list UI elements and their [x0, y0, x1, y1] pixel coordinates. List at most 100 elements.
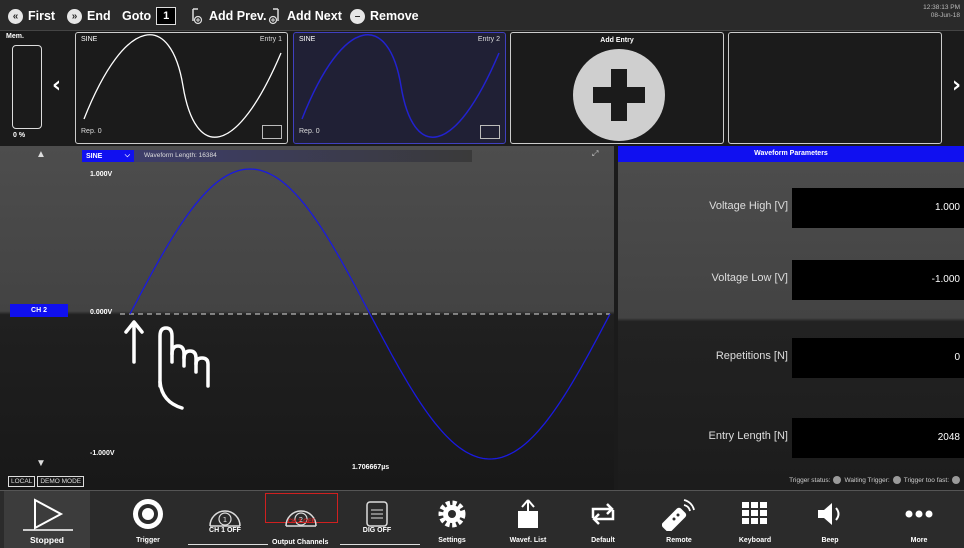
speaker-icon: [795, 497, 865, 531]
trigger-button[interactable]: Trigger: [113, 491, 183, 548]
entry-repetitions: Rep. 0: [81, 128, 102, 135]
add-prev-label: Add Prev.: [209, 9, 267, 23]
goto-input[interactable]: 1: [156, 7, 177, 25]
memory-gauge: [12, 45, 42, 129]
memory-label: Mem.: [6, 33, 24, 40]
entry-2-waveform-preview: [301, 34, 500, 138]
memory-percent: 0 %: [13, 132, 26, 139]
chevron-left-icon[interactable]: ‹: [52, 73, 61, 98]
add-prev-icon: [192, 8, 203, 25]
x-axis-label: 1.706667µs: [352, 464, 390, 471]
play-icon: [4, 497, 90, 531]
first-button[interactable]: « First: [8, 6, 55, 26]
add-next-label: Add Next: [287, 9, 342, 23]
add-prev-button[interactable]: Add Prev.: [190, 6, 266, 26]
clock: 12:38:13 PM 08-Jun-18: [923, 4, 960, 20]
entry-checkbox[interactable]: [480, 125, 500, 139]
remote-control-icon: [644, 497, 714, 531]
keyboard-button[interactable]: Keyboard: [720, 491, 790, 548]
channel-2-icon: 2: [266, 497, 336, 531]
repeat-icon: [568, 497, 638, 531]
param-label: Voltage Low [V]: [711, 272, 788, 284]
keypad-icon: [720, 497, 790, 531]
channel-1-icon: 1: [190, 497, 260, 531]
channel-badge[interactable]: CH 2: [10, 304, 68, 317]
waveform-list-label: Wavef. List: [509, 537, 547, 544]
trigger-status-row: Trigger status: Waiting Trigger: Trigger…: [789, 476, 960, 484]
run-stop-label: Stopped: [30, 535, 64, 545]
svg-text:1: 1: [223, 516, 227, 524]
run-stop-button[interactable]: Stopped: [4, 491, 90, 548]
entry-checkbox[interactable]: [262, 125, 282, 139]
entry-1-waveform-preview: [83, 34, 282, 138]
param-voltage-low: Voltage Low [V] -1.000: [618, 260, 964, 300]
default-label: Default: [591, 537, 615, 544]
ch1-label: CH 1 OFF: [209, 527, 241, 534]
param-voltage-high: Voltage High [V] 1.000: [618, 188, 964, 228]
beep-button[interactable]: Beep: [795, 491, 865, 548]
entry-name: SINE: [299, 36, 316, 43]
remove-label: Remove: [370, 9, 419, 23]
divider: [340, 544, 420, 545]
trigger-icon: [113, 497, 183, 531]
add-next-button[interactable]: Add Next: [268, 6, 342, 26]
fast-forward-icon: »: [67, 8, 82, 24]
clock-time: 12:38:13 PM: [923, 4, 960, 11]
more-label: More: [910, 537, 928, 544]
param-label: Entry Length [N]: [708, 430, 789, 442]
trigger-too-fast-label: Trigger too fast:: [903, 476, 949, 484]
output-channels-group: Output Channels: [188, 539, 420, 548]
empty-entry-slot[interactable]: [728, 32, 942, 144]
waveform-trace: [120, 168, 611, 460]
add-entry-plus-icon: [573, 49, 665, 141]
entry-repetitions: Rep. 0: [299, 128, 320, 135]
param-label: Repetitions [N]: [715, 350, 788, 362]
waveform-plot[interactable]: ▲ SINE ⌵ Waveform Length: 16384 ⤢ 1.000V…: [0, 146, 614, 490]
keyboard-label: Keyboard: [738, 537, 772, 544]
waveform-list-button[interactable]: Wavef. List: [493, 491, 563, 548]
minus-circle-icon: –: [350, 8, 365, 24]
more-button[interactable]: More: [884, 491, 954, 548]
add-entry-card[interactable]: Add Entry: [510, 32, 724, 144]
repetitions-input[interactable]: 0: [792, 338, 964, 378]
voltage-low-input[interactable]: -1.000: [792, 260, 964, 300]
waiting-trigger-led: [892, 476, 901, 484]
sequence-strip: Mem. 0 % ‹ SINE Entry 1 Rep. 0 SINE Entr…: [0, 31, 964, 146]
dig-label: DIG OFF: [362, 527, 392, 534]
chevron-right-icon[interactable]: ›: [952, 73, 961, 98]
param-label: Voltage High [V]: [709, 200, 788, 212]
more-icon: [884, 497, 954, 531]
add-entry-label: Add Entry: [600, 37, 634, 44]
settings-label: Settings: [438, 537, 466, 544]
voltage-high-input[interactable]: 1.000: [792, 188, 964, 228]
rewind-icon: «: [8, 8, 23, 24]
trigger-label: Trigger: [136, 537, 160, 544]
goto-control: Goto 1: [122, 6, 177, 26]
waveform-parameters-panel: Waveform Parameters Voltage High [V] 1.0…: [618, 146, 964, 490]
entry-number: Entry 2: [477, 36, 500, 43]
entry-number: Entry 1: [259, 36, 282, 43]
mode-tags: LOCAL DEMO MODE: [8, 476, 85, 487]
sequence-entry-1[interactable]: SINE Entry 1 Rep. 0: [75, 32, 288, 144]
touch-hand-icon: [124, 320, 210, 410]
digital-icon: [342, 497, 412, 531]
trigger-too-fast-led: [952, 476, 960, 484]
chevron-down-icon[interactable]: ▼: [36, 458, 46, 469]
default-button[interactable]: Default: [568, 491, 638, 548]
goto-label: Goto: [122, 9, 152, 23]
end-button[interactable]: » End: [67, 6, 111, 26]
clock-date: 08-Jun-18: [930, 12, 960, 19]
sequence-entry-2[interactable]: SINE Entry 2 Rep. 0: [293, 32, 506, 144]
share-icon: [493, 497, 563, 531]
param-repetitions: Repetitions [N] 0: [618, 338, 964, 378]
end-label: End: [87, 9, 111, 23]
first-label: First: [28, 9, 56, 23]
ch2-label: CH 2 OFF: [287, 519, 316, 525]
remote-button[interactable]: Remote: [644, 491, 714, 548]
parameters-header: Waveform Parameters: [618, 146, 964, 162]
entry-length-input[interactable]: 2048: [792, 418, 964, 458]
remove-button[interactable]: – Remove: [350, 6, 419, 26]
remote-label: Remote: [666, 537, 692, 544]
settings-button[interactable]: Settings: [417, 491, 487, 548]
divider: [188, 544, 268, 545]
